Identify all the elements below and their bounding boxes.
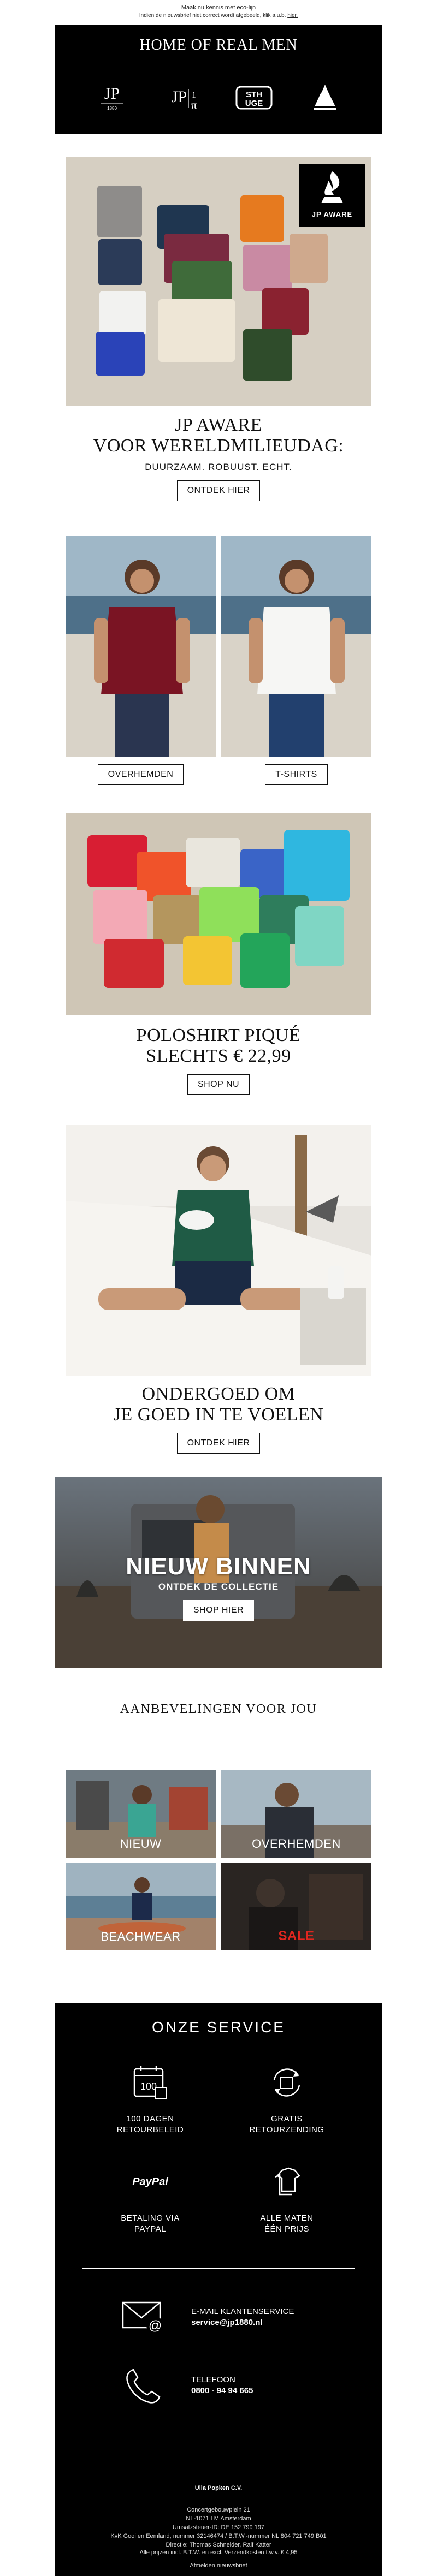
new-arrivals-subtitle: ONTDEK DE COLLECTIE [158, 1581, 279, 1592]
svg-text:UGE: UGE [245, 99, 263, 108]
overhemden-button[interactable]: OVERHEMDEN [97, 764, 184, 785]
service-item-paypal: PayPal BETALING VIA PAYPAL [82, 2157, 218, 2235]
aware-title-line1: JP AWARE [175, 415, 262, 435]
paypal-icon: PayPal [126, 2157, 175, 2206]
service-sizes-line1: ALLE MATEN [260, 2214, 314, 2223]
rec-label-nieuw: NIEUW [120, 1837, 162, 1851]
preheader-text: Maak nu kennis met eco-lijn [181, 4, 256, 11]
logo-jp-aware[interactable] [300, 79, 350, 117]
underwear-image[interactable] [66, 1125, 371, 1376]
rec-label-beachwear: BEACHWEAR [101, 1930, 181, 1943]
underwear-caption: ONDERGOED OM JE GOED IN TE VOELEN ONTDEK… [55, 1384, 382, 1454]
overhemden-image[interactable] [66, 536, 216, 757]
return-box-icon [262, 2058, 311, 2107]
company-name: Ulla Popken C.V. [194, 2485, 243, 2491]
tshirts-button[interactable]: T-SHIRTS [265, 764, 328, 785]
address-line-5: Directie: Thomas Schneider, Ralf Katter [166, 2542, 271, 2548]
polo-cta-button[interactable]: SHOP NU [187, 1074, 250, 1095]
paypal-wordmark: PayPal [132, 2175, 168, 2188]
address-line-3: Umsatzsteuer-ID: DE 152 799 197 [172, 2524, 265, 2531]
underwear-title-line1: ONDERGOED OM [141, 1384, 296, 1404]
price-disclaimer: Alle prijzen incl. B.T.W. en excl. Verze… [139, 2549, 298, 2556]
aware-cta-button[interactable]: ONTDEK HIER [176, 480, 261, 501]
legal-footer: Alle prijzen incl. B.T.W. en excl. Verze… [55, 2549, 382, 2569]
email-value[interactable]: service@jp1880.nl [191, 2317, 294, 2328]
aware-hero-image[interactable]: JP AWARE [66, 157, 371, 406]
svg-text:100: 100 [140, 2081, 157, 2092]
new-arrivals-cta-button[interactable]: SHOP HIER [182, 1600, 255, 1621]
svg-text:STH: STH [246, 90, 262, 99]
contact-email[interactable]: @ E-MAIL KLANTENSERVICE service@jp1880.n… [120, 2298, 339, 2336]
legal-info: Ulla Popken C.V. Concertgebouwplein 21 N… [55, 2484, 382, 2549]
header: HOME OF REAL MEN JP 1880 JP 1 π STH UGE [55, 25, 382, 134]
phone-icon [126, 2369, 161, 2404]
recommendations-title: AANBEVELINGEN VOOR JOU [120, 1702, 317, 1716]
polo-caption: POLOSHIRT PIQUÉ SLECHTS € 22,99 SHOP NU [55, 1025, 382, 1095]
brand-logos: JP 1880 JP 1 π STH UGE [76, 79, 361, 117]
contact-phone[interactable]: TELEFOON 0800 - 94 94 665 [120, 2366, 339, 2405]
email-icon: @ [122, 2301, 164, 2334]
view-online-link[interactable]: hier. [287, 13, 298, 19]
polo-image[interactable] [66, 813, 371, 1015]
svg-text:JP: JP [104, 85, 120, 103]
aware-caption: JP AWARE VOOR WERELDMILIEUDAG: DUURZAAM.… [55, 415, 382, 501]
unsubscribe-link[interactable]: Afmelden nieuwsbrief [55, 2562, 382, 2569]
tshirts-image[interactable] [221, 536, 371, 757]
rec-tile-nieuw[interactable]: NIEUW [66, 1770, 216, 1858]
address-line-2: NL-1071 LM Amsterdam [186, 2515, 251, 2522]
underwear-title-line2: JE GOED IN TE VOELEN [113, 1405, 324, 1425]
email-label: E-MAIL KLANTENSERVICE [191, 2307, 294, 2316]
svg-text:π: π [191, 99, 197, 111]
phone-label: TELEFOON [191, 2375, 235, 2384]
main-content: JP AWARE JP AWARE VOOR WERELDMILIEUDAG: … [55, 134, 382, 2003]
service-divider [82, 2268, 355, 2269]
logo-jp-pi[interactable]: JP 1 π [158, 79, 208, 117]
new-arrivals-hero[interactable]: NIEUW BINNEN ONTDEK DE COLLECTIE SHOP HI… [55, 1477, 382, 1668]
underwear-cta-button[interactable]: ONTDEK HIER [176, 1433, 261, 1454]
calendar-100-icon: 100 [126, 2058, 175, 2107]
rec-tile-sale[interactable]: SALE [221, 1863, 371, 1950]
badge-label: JP AWARE [311, 210, 353, 218]
shirts-icon [262, 2157, 311, 2206]
preheader: Maak nu kennis met eco-lijn Indien de ni… [0, 0, 437, 25]
service-returns-line2: RETOURBELEID [116, 2125, 184, 2134]
svg-text:1: 1 [192, 91, 196, 100]
service-sizes-line2: ÉÉN PRIJS [264, 2224, 310, 2234]
service-grid: 100 100 DAGEN RETOURBELEID GRATIS RETOUR… [82, 2058, 355, 2235]
service-paypal-line2: PAYPAL [134, 2224, 167, 2234]
svg-text:1880: 1880 [107, 106, 117, 111]
rec-tile-overhemden[interactable]: OVERHEMDEN [221, 1770, 371, 1858]
rec-label-overhemden: OVERHEMDEN [252, 1837, 341, 1851]
service-paypal-line1: BETALING VIA [121, 2214, 180, 2223]
service-item-free-return: GRATIS RETOURZENDING [218, 2058, 355, 2135]
rec-tile-beachwear[interactable]: BEACHWEAR [66, 1863, 216, 1950]
svg-text:@: @ [149, 2318, 162, 2333]
rec-label-sale: SALE [278, 1929, 315, 1943]
service-title: ONZE SERVICE [152, 2019, 285, 2036]
service-item-returns: 100 100 DAGEN RETOURBELEID [82, 2058, 218, 2135]
service-item-sizes: ALLE MATEN ÉÉN PRIJS [218, 2157, 355, 2235]
flame-icon [321, 171, 343, 203]
preheader-fallback-text: Indien de nieuwsbrief niet correct wordt… [139, 13, 286, 19]
logo-sthuge[interactable]: STH UGE [229, 79, 279, 117]
brand-tagline: HOME OF REAL MEN [139, 37, 298, 53]
logo-jp1880[interactable]: JP 1880 [87, 79, 137, 117]
phone-value[interactable]: 0800 - 94 94 665 [191, 2385, 253, 2396]
preheader-fallback: Indien de nieuwsbrief niet correct wordt… [0, 13, 437, 19]
newsletter-page: Maak nu kennis met eco-lijn Indien de ni… [0, 0, 437, 2576]
service-footer: ONZE SERVICE 100 100 DAGEN RETOURBELEID [55, 2003, 382, 2576]
polo-title-line2: SLECHTS € 22,99 [146, 1046, 291, 1066]
polo-title-line1: POLOSHIRT PIQUÉ [136, 1025, 301, 1045]
aware-title-line2: VOOR WERELDMILIEUDAG: [93, 436, 344, 456]
address-line-1: Concertgebouwplein 21 [187, 2507, 250, 2513]
jp-aware-badge: JP AWARE [299, 164, 365, 227]
address-line-4: KvK Gooi en Eemland, nummer 32146474 / B… [110, 2533, 327, 2539]
svg-text:JP: JP [172, 88, 187, 106]
service-free-return-line1: GRATIS [271, 2114, 303, 2123]
service-free-return-line2: RETOURZENDING [249, 2125, 324, 2134]
service-returns-line1: 100 DAGEN [126, 2114, 174, 2123]
new-arrivals-title: NIEUW BINNEN [126, 1553, 311, 1580]
aware-subtitle: DUURZAAM. ROBUUST. ECHT. [145, 462, 292, 472]
